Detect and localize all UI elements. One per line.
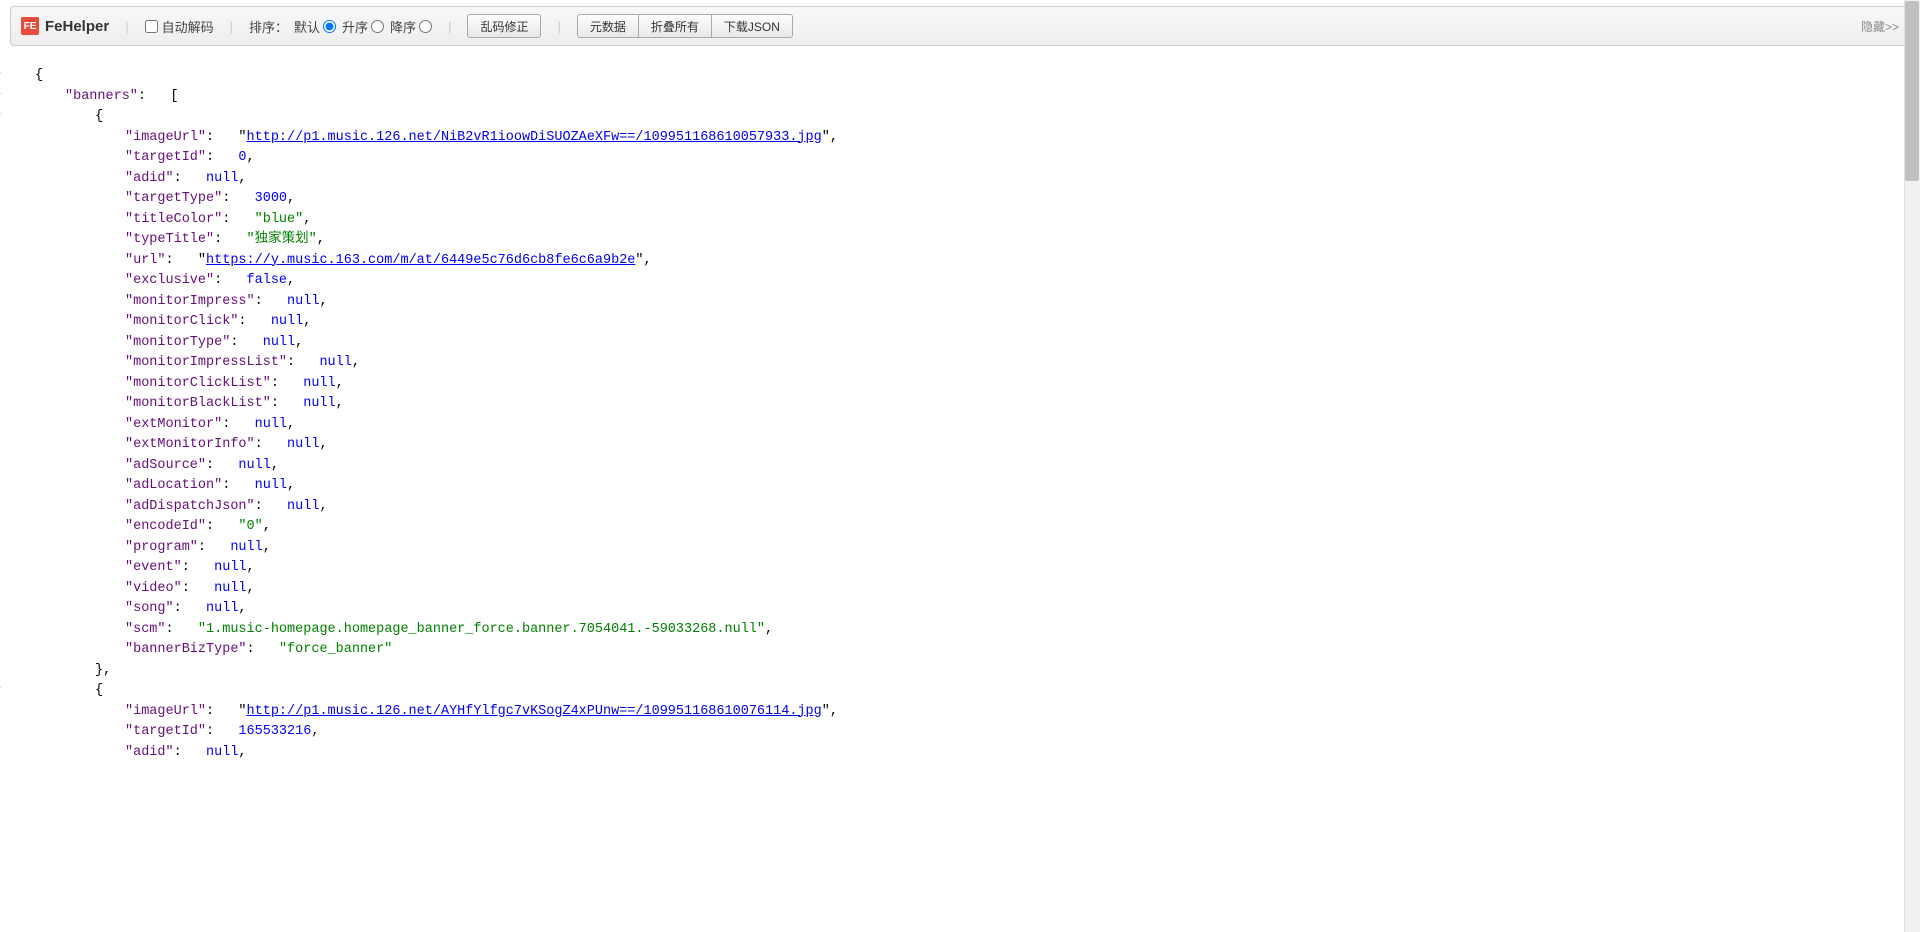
divider: | bbox=[230, 19, 233, 34]
logo: FE FeHelper bbox=[21, 17, 109, 35]
json-link[interactable]: http://p1.music.126.net/AYHfYlfgc7vKSogZ… bbox=[247, 702, 822, 723]
json-row: "extMonitor": null, bbox=[5, 415, 1920, 436]
toggle-icon[interactable] bbox=[0, 687, 1, 694]
auto-decode-input[interactable] bbox=[145, 20, 158, 33]
json-row: "adid": null, bbox=[5, 743, 1920, 764]
json-row: "targetType": 3000, bbox=[5, 189, 1920, 210]
json-row: "adSource": null, bbox=[5, 456, 1920, 477]
scrollbar-thumb[interactable] bbox=[1905, 1, 1919, 181]
sort-asc-radio[interactable]: 升序 bbox=[342, 17, 384, 36]
json-row: "encodeId": "0", bbox=[5, 517, 1920, 538]
divider: | bbox=[448, 19, 451, 34]
json-row: { bbox=[5, 66, 1920, 87]
fix-encoding-button[interactable]: 乱码修正 bbox=[467, 14, 541, 38]
json-row: "event": null, bbox=[5, 558, 1920, 579]
json-row: "monitorType": null, bbox=[5, 333, 1920, 354]
hide-toolbar-link[interactable]: 隐藏>> bbox=[1861, 18, 1899, 35]
logo-icon: FE bbox=[21, 17, 39, 35]
json-row: "video": null, bbox=[5, 579, 1920, 600]
json-row: "monitorClickList": null, bbox=[5, 374, 1920, 395]
json-row: "bannerBizType": "force_banner" bbox=[5, 640, 1920, 661]
toggle-icon[interactable] bbox=[0, 93, 1, 100]
json-row: "program": null, bbox=[5, 538, 1920, 559]
auto-decode-checkbox[interactable]: 自动解码 bbox=[145, 17, 214, 36]
json-row: "scm": "1.music-homepage.homepage_banner… bbox=[5, 620, 1920, 641]
json-row: "targetId": 165533216, bbox=[5, 722, 1920, 743]
divider: | bbox=[125, 19, 128, 34]
sort-desc-radio[interactable]: 降序 bbox=[390, 17, 432, 36]
button-group: 元数据 折叠所有 下载JSON bbox=[577, 14, 793, 38]
json-link[interactable]: https://y.music.163.com/m/at/6449e5c76d6… bbox=[206, 251, 635, 272]
json-row: "monitorImpress": null, bbox=[5, 292, 1920, 313]
json-link[interactable]: http://p1.music.126.net/NiB2vR1ioowDiSUO… bbox=[247, 128, 822, 149]
sort-group: 排序： 默认 升序 降序 bbox=[249, 17, 432, 36]
json-row: "imageUrl": "http://p1.music.126.net/AYH… bbox=[5, 702, 1920, 723]
auto-decode-label: 自动解码 bbox=[162, 17, 214, 36]
json-row: "monitorClick": null, bbox=[5, 312, 1920, 333]
toggle-icon[interactable] bbox=[0, 113, 1, 120]
json-row: "imageUrl": "http://p1.music.126.net/NiB… bbox=[5, 128, 1920, 149]
json-row: "adLocation": null, bbox=[5, 476, 1920, 497]
json-row: "banners": [ bbox=[5, 87, 1920, 108]
scrollbar[interactable] bbox=[1904, 0, 1920, 932]
json-tree: {"banners": [{"imageUrl": "http://p1.mus… bbox=[0, 46, 1920, 783]
json-row: "exclusive": false, bbox=[5, 271, 1920, 292]
json-row: "url": "https://y.music.163.com/m/at/644… bbox=[5, 251, 1920, 272]
divider: | bbox=[557, 19, 560, 34]
json-row: "adid": null, bbox=[5, 169, 1920, 190]
collapse-all-button[interactable]: 折叠所有 bbox=[639, 14, 712, 38]
json-row: "monitorImpressList": null, bbox=[5, 353, 1920, 374]
json-row: "titleColor": "blue", bbox=[5, 210, 1920, 231]
json-row: "song": null, bbox=[5, 599, 1920, 620]
download-json-button[interactable]: 下载JSON bbox=[712, 14, 793, 38]
toolbar: FE FeHelper | 自动解码 | 排序： 默认 升序 降序 | 乱码修正… bbox=[10, 6, 1910, 46]
sort-label: 排序： bbox=[249, 17, 288, 36]
app-name: FeHelper bbox=[45, 18, 109, 35]
sort-default-radio[interactable]: 默认 bbox=[294, 17, 336, 36]
json-row: "extMonitorInfo": null, bbox=[5, 435, 1920, 456]
metadata-button[interactable]: 元数据 bbox=[577, 14, 639, 38]
json-row: }, bbox=[5, 661, 1920, 682]
json-row: "adDispatchJson": null, bbox=[5, 497, 1920, 518]
json-row: { bbox=[5, 681, 1920, 702]
toggle-icon[interactable] bbox=[0, 72, 1, 79]
json-row: "typeTitle": "独家策划", bbox=[5, 230, 1920, 251]
json-row: { bbox=[5, 107, 1920, 128]
json-row: "monitorBlackList": null, bbox=[5, 394, 1920, 415]
json-row: "targetId": 0, bbox=[5, 148, 1920, 169]
